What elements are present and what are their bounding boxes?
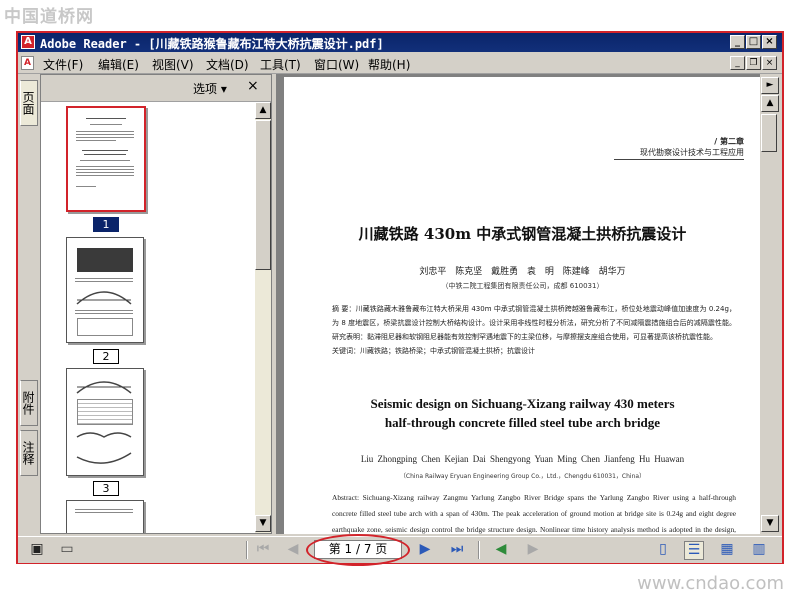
last-page-icon[interactable]: ⏭ (448, 541, 466, 558)
cn-keywords: 关键词：川藏铁路；铁路桥梁；中承式钢管混凝土拱桥；抗震设计 (332, 347, 535, 355)
thumb-scroll-up-icon[interactable]: ▲ (255, 102, 271, 119)
close-panel-icon[interactable]: × (247, 78, 259, 94)
page-thumbnail-2[interactable] (66, 237, 144, 343)
maximize-button[interactable]: □ (746, 35, 761, 49)
tab-attachments[interactable]: 附件 (20, 380, 38, 426)
menu-view[interactable]: 视图(V) (152, 56, 194, 73)
page-thumbnail-3[interactable] (66, 368, 144, 476)
cn-abstract-text: 摘 要：川藏铁路藏木雅鲁藏布江特大桥采用 430m 中承式钢管混凝土拱桥跨越雅鲁… (332, 305, 736, 341)
thumbnail-header: 选项 ▾ × (41, 75, 271, 102)
menu-help[interactable]: 帮助(H) (368, 56, 410, 73)
thumb-scroll-down-icon[interactable]: ▼ (255, 515, 271, 532)
tab-pages[interactable]: 页面 (20, 80, 38, 126)
chapter-rule (614, 159, 744, 160)
page-label-3[interactable]: 3 (93, 481, 119, 496)
document-page: / 第二章 现代勘察设计技术与工程应用 川藏铁路 430m 中承式钢管混凝土拱桥… (284, 77, 761, 534)
first-page-icon[interactable]: ⏮ (254, 541, 272, 558)
separator (246, 541, 248, 559)
scroll-right-arrow-icon[interactable]: ► (761, 77, 779, 94)
page-number-field[interactable]: 第 1 / 7 页 (314, 540, 402, 559)
continuous-facing-icon[interactable]: ▥ (750, 541, 768, 558)
menu-document[interactable]: 文档(D) (206, 56, 249, 73)
chapter-subtitle: 现代勘察设计技术与工程应用 (640, 148, 744, 157)
page-view-icon[interactable]: ▣ (28, 541, 46, 558)
thumbnail-panel: 选项 ▾ × 1 2 3 ▲ ▼ (40, 74, 272, 534)
menu-tools[interactable]: 工具(T) (260, 56, 301, 73)
pdf-doc-icon: A (21, 56, 34, 70)
pdf-app-icon: A (21, 35, 35, 49)
fit-icon[interactable]: ▭ (58, 541, 76, 558)
en-abstract: Abstract: Sichuang-Xizang railway Zangmu… (332, 493, 736, 534)
chapter-header: / 第二章 现代勘察设计技术与工程应用 (614, 136, 744, 158)
doc-restore-button[interactable]: ❐ (746, 56, 761, 70)
status-bar: ▣ ▭ ⏮ ◀ 第 1 / 7 页 ▶ ⏭ ◀ ▶ ▯ ☰ ▦ ▥ (18, 534, 782, 566)
scroll-up-icon[interactable]: ▲ (761, 95, 779, 112)
title-bar: A Adobe Reader - [川藏铁路猴鲁藏布江特大桥抗震设计.pdf] … (18, 33, 782, 52)
prev-page-icon[interactable]: ◀ (284, 541, 302, 558)
cn-title: 川藏铁路 430m 中承式钢管混凝土拱桥抗震设计 (358, 225, 687, 243)
page-label-2[interactable]: 2 (93, 349, 119, 364)
menu-bar: A 文件(F) 编辑(E) 视图(V) 文档(D) 工具(T) 窗口(W) 帮助… (18, 53, 782, 74)
watermark-top: 中国道桥网 (4, 7, 94, 27)
back-icon[interactable]: ◀ (492, 541, 510, 558)
thumb-scroll-thumb[interactable] (255, 120, 271, 270)
next-page-icon[interactable]: ▶ (416, 541, 434, 558)
menu-edit[interactable]: 编辑(E) (98, 56, 139, 73)
scroll-down-icon[interactable]: ▼ (761, 515, 779, 532)
facing-icon[interactable]: ▦ (718, 541, 736, 558)
window-title: Adobe Reader - [川藏铁路猴鲁藏布江特大桥抗震设计.pdf] (40, 37, 384, 51)
document-scrollbar[interactable]: ► ▲ ▼ (760, 74, 780, 534)
thumbnail-list: 1 2 3 (41, 102, 255, 533)
separator (478, 541, 480, 559)
page-label-1[interactable]: 1 (93, 217, 119, 232)
single-page-icon[interactable]: ▯ (654, 541, 672, 558)
doc-close-button[interactable]: × (762, 56, 777, 70)
cn-authors: 刘忠平 陈克坚 戴胜勇 袁 明 陈建峰 胡华万 (419, 267, 626, 277)
en-authors: Liu Zhongping Chen Kejian Dai Shengyong … (360, 454, 685, 464)
minimize-button[interactable]: _ (730, 35, 745, 49)
menu-file[interactable]: 文件(F) (43, 56, 83, 73)
options-menu-button[interactable]: 选项 ▾ (193, 80, 227, 97)
page-thumbnail-1[interactable] (66, 106, 146, 212)
continuous-icon[interactable]: ☰ (684, 541, 704, 560)
reader-window: A Adobe Reader - [川藏铁路猴鲁藏布江特大桥抗震设计.pdf] … (16, 31, 784, 566)
cn-abstract: 摘 要：川藏铁路藏木雅鲁藏布江特大桥采用 430m 中承式钢管混凝土拱桥跨越雅鲁… (332, 302, 736, 358)
close-button[interactable]: × (762, 35, 777, 49)
en-title-line2: half-through concrete filled steel tube … (384, 415, 661, 430)
page-thumbnail-4[interactable] (66, 500, 144, 533)
en-affiliation: （China Railway Eryuan Engineering Group … (399, 473, 646, 480)
document-view[interactable]: / 第二章 现代勘察设计技术与工程应用 川藏铁路 430m 中承式钢管混凝土拱桥… (276, 74, 780, 534)
thumbnail-scrollbar[interactable]: ▲ ▼ (255, 102, 271, 533)
navigation-tabs: 页面 附件 注释 (18, 74, 40, 534)
forward-icon[interactable]: ▶ (524, 541, 542, 558)
cn-affiliation: （中铁二院工程集团有限责任公司，成都 610031） (441, 282, 604, 290)
watermark-bottom: www.cndao.com (637, 573, 784, 594)
scroll-thumb[interactable] (761, 114, 777, 152)
tab-comments[interactable]: 注释 (20, 430, 38, 476)
menu-window[interactable]: 窗口(W) (314, 56, 359, 73)
en-title: Seismic design on Sichuang-Xizang railwa… (284, 394, 761, 432)
chapter-label: / 第二章 (714, 137, 744, 146)
doc-minimize-button[interactable]: _ (730, 56, 745, 70)
en-title-line1: Seismic design on Sichuang-Xizang railwa… (370, 396, 675, 411)
